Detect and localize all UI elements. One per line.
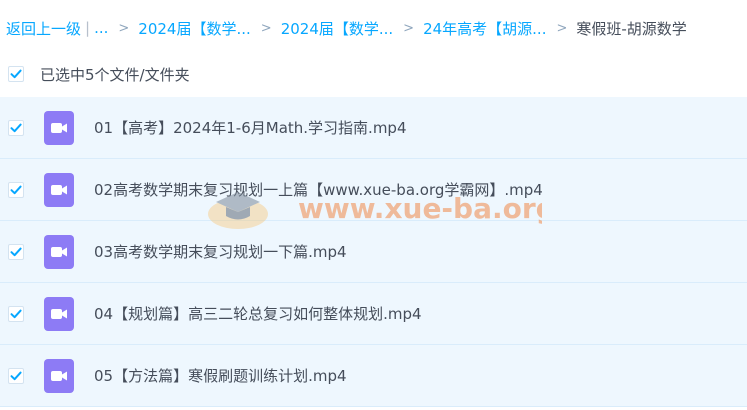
checkmark-icon	[10, 247, 22, 256]
file-row[interactable]: 04【规划篇】高三二轮总复习如何整体规划.mp4	[0, 283, 747, 345]
file-name[interactable]: 03高考数学期末复习规划一下篇.mp4	[94, 241, 347, 262]
breadcrumb-ellipsis[interactable]: ...	[94, 19, 108, 37]
file-checkbox[interactable]	[8, 243, 24, 260]
video-file-icon	[44, 234, 74, 269]
file-row[interactable]: 01【高考】2024年1-6月Math.学习指南.mp4	[0, 97, 747, 159]
file-checkbox[interactable]	[8, 305, 24, 322]
chevron-right-icon: >	[118, 20, 130, 36]
file-name[interactable]: 02高考数学期末复习规划一上篇【www.xue-ba.org学霸网】.mp4	[94, 179, 543, 200]
file-row[interactable]: 03高考数学期末复习规划一下篇.mp4	[0, 221, 747, 283]
chevron-right-icon: >	[556, 20, 568, 36]
file-checkbox[interactable]	[8, 119, 24, 136]
selection-count-text: 已选中5个文件/文件夹	[40, 65, 190, 84]
checkmark-icon	[10, 123, 22, 132]
file-checkbox[interactable]	[8, 181, 24, 198]
checkmark-icon	[10, 185, 22, 194]
chevron-right-icon: >	[403, 20, 415, 36]
selection-bar: 已选中5个文件/文件夹	[0, 56, 747, 92]
breadcrumb-current: 寒假班-胡源数学	[576, 19, 687, 38]
video-file-icon	[44, 110, 74, 145]
video-file-icon	[44, 358, 74, 393]
video-file-icon	[44, 172, 74, 207]
back-link[interactable]: 返回上一级	[6, 18, 81, 39]
breadcrumb-item-1[interactable]: 2024届【数学...	[138, 18, 250, 39]
breadcrumb-divider: |	[85, 19, 91, 37]
file-row[interactable]: 05【方法篇】寒假刷题训练计划.mp4	[0, 345, 747, 407]
file-name[interactable]: 05【方法篇】寒假刷题训练计划.mp4	[94, 365, 347, 386]
file-list: 01【高考】2024年1-6月Math.学习指南.mp4 02高考数学期末复习规…	[0, 97, 747, 407]
file-checkbox[interactable]	[8, 367, 24, 384]
checkmark-icon	[10, 309, 22, 318]
select-all-checkbox[interactable]	[8, 66, 24, 82]
checkmark-icon	[10, 69, 22, 79]
file-name[interactable]: 01【高考】2024年1-6月Math.学习指南.mp4	[94, 117, 407, 138]
chevron-right-icon: >	[260, 20, 272, 36]
checkmark-icon	[10, 371, 22, 380]
file-row[interactable]: 02高考数学期末复习规划一上篇【www.xue-ba.org学霸网】.mp4	[0, 159, 747, 221]
breadcrumb: 返回上一级 | ... > 2024届【数学... > 2024届【数学... …	[0, 0, 747, 56]
breadcrumb-item-3[interactable]: 24年高考【胡源...	[423, 18, 546, 39]
video-file-icon	[44, 296, 74, 331]
breadcrumb-item-2[interactable]: 2024届【数学...	[281, 18, 393, 39]
file-name[interactable]: 04【规划篇】高三二轮总复习如何整体规划.mp4	[94, 303, 422, 324]
